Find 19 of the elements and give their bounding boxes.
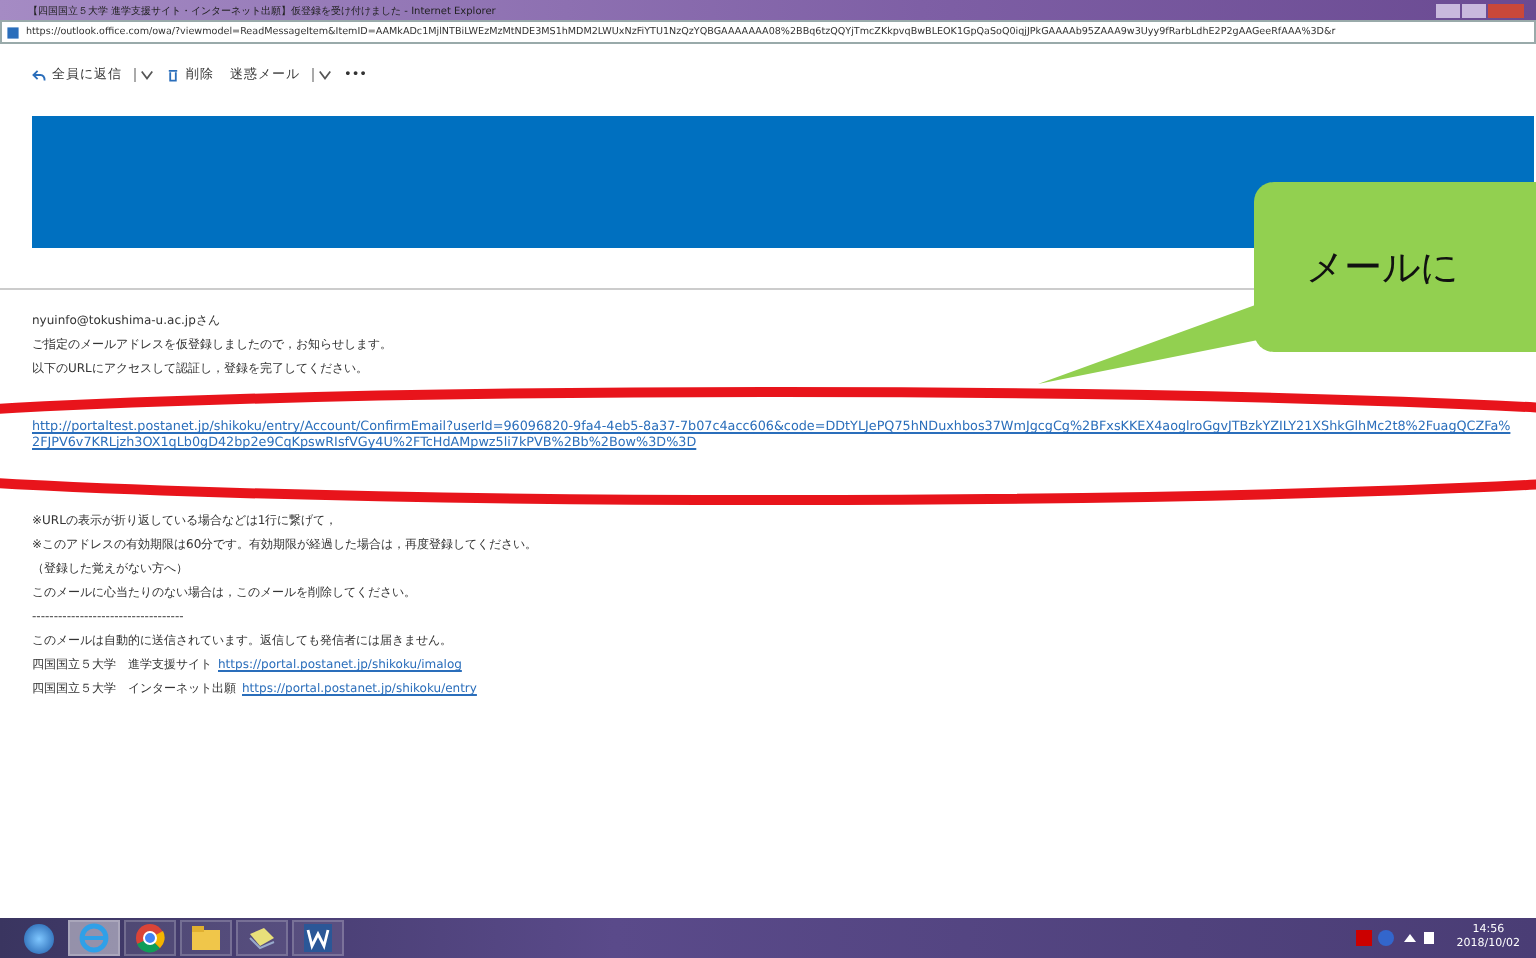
minimize-button[interactable] — [1436, 3, 1460, 17]
callout-text: メールに — [1306, 243, 1458, 293]
address-bar[interactable] — [0, 20, 1536, 44]
chrome-taskbar-button[interactable] — [124, 920, 176, 956]
notes-icon — [246, 922, 278, 954]
e-logo-icon — [78, 922, 110, 954]
tray-icons[interactable] — [1356, 928, 1437, 948]
chevron-icon[interactable] — [312, 67, 332, 81]
word-taskbar-button[interactable] — [292, 920, 344, 956]
page-icon — [6, 25, 20, 39]
chevron-icon[interactable] — [134, 67, 154, 81]
w-logo-icon — [302, 922, 334, 954]
trash-icon — [166, 67, 180, 81]
notes-taskbar-button[interactable] — [236, 920, 288, 956]
folder-taskbar-button[interactable] — [180, 920, 232, 956]
round-logo-icon — [134, 922, 166, 954]
folder-icon — [190, 922, 222, 954]
maximize-button[interactable] — [1462, 3, 1486, 17]
reply-all-icon — [32, 67, 46, 81]
